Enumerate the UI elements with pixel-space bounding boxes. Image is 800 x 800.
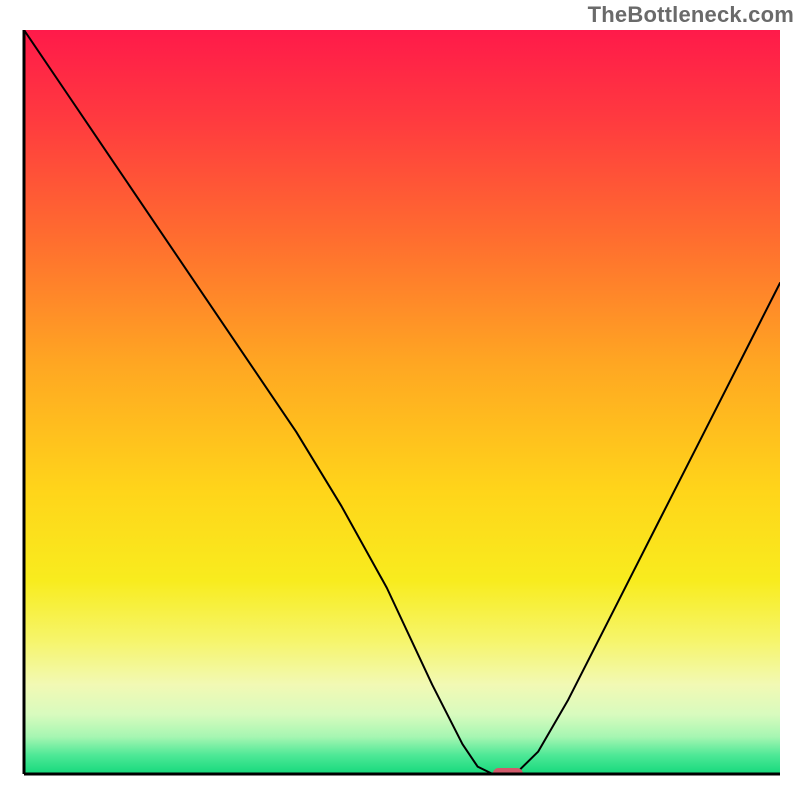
chart-container: TheBottleneck.com [0,0,800,800]
gradient-background [24,30,780,774]
bottleneck-chart [0,0,800,800]
watermark-label: TheBottleneck.com [588,2,794,28]
